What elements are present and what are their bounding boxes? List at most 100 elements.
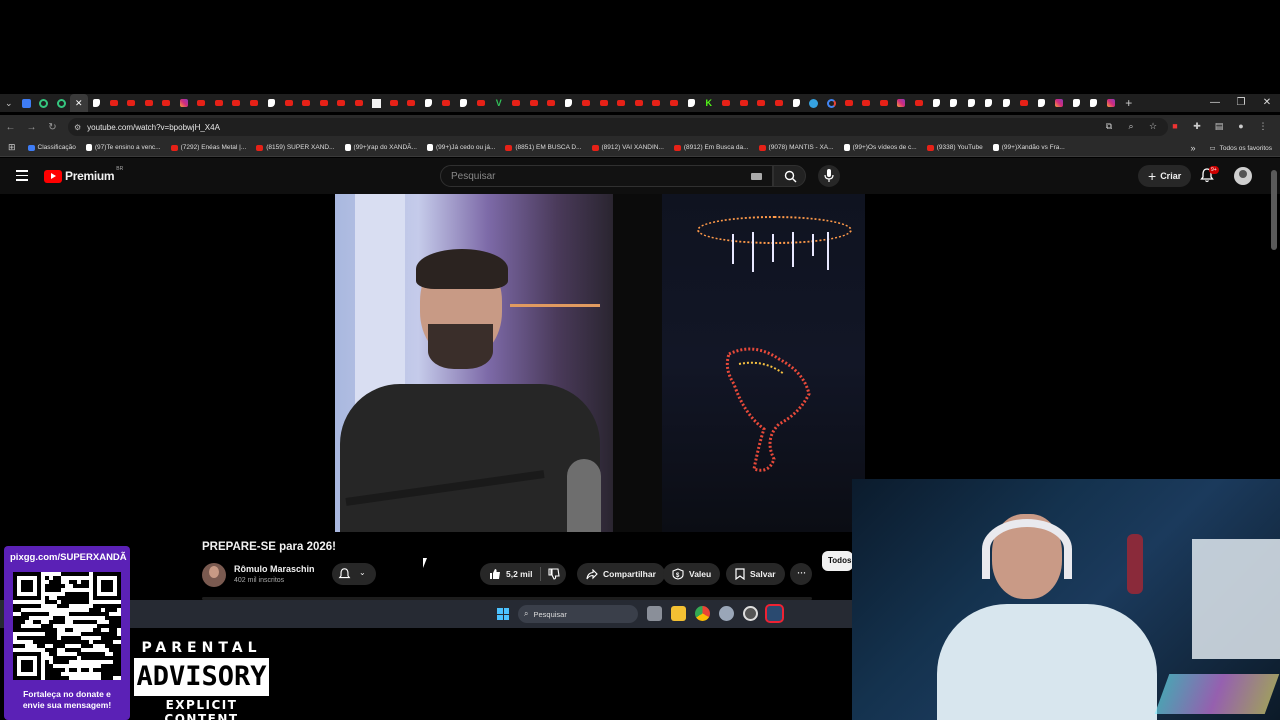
bookmark-item[interactable]: (9338) YouTube	[926, 144, 983, 151]
browser-tab[interactable]	[385, 94, 403, 112]
maximize-icon[interactable]: ❐	[1228, 94, 1254, 112]
zoom-icon[interactable]: ⌕	[1124, 119, 1138, 133]
extensions-icon[interactable]: ✚	[1190, 119, 1204, 133]
subscribed-notifications-button[interactable]: ⌄	[332, 563, 376, 585]
browser-tab[interactable]	[665, 94, 683, 112]
browser-tab[interactable]	[298, 94, 316, 112]
bookmark-item[interactable]: (99+)rap do XANDÃ...	[344, 144, 417, 151]
browser-tab[interactable]	[1103, 94, 1121, 112]
bookmark-item[interactable]: (9078) MANTIS - XA...	[758, 144, 834, 151]
browser-tab[interactable]	[193, 94, 211, 112]
url-field[interactable]: ⚙ youtube.com/watch?v=bpobwjH_X4A	[68, 118, 1168, 136]
search-button[interactable]	[773, 165, 806, 187]
browser-tab[interactable]	[718, 94, 736, 112]
browser-tab[interactable]	[613, 94, 631, 112]
bookmark-item[interactable]: (99+)Já cedo ou já...	[426, 144, 495, 151]
like-count[interactable]: 5,2 mil	[506, 569, 532, 579]
back-icon[interactable]: ←	[0, 122, 21, 133]
browser-tab[interactable]	[368, 94, 386, 112]
task-view-icon[interactable]	[647, 606, 662, 621]
browser-tab[interactable]	[560, 94, 578, 112]
browser-tab[interactable]	[53, 94, 71, 112]
tab-search-icon[interactable]: ▤	[1212, 119, 1226, 133]
minimize-icon[interactable]: —	[1202, 94, 1228, 112]
browser-tab[interactable]	[210, 94, 228, 112]
browser-tab[interactable]	[525, 94, 543, 112]
reload-icon[interactable]: ↻	[42, 122, 63, 133]
voice-search-button[interactable]	[818, 165, 840, 187]
create-button[interactable]: + Criar	[1138, 165, 1192, 187]
browser-tab[interactable]	[88, 94, 106, 112]
obs-icon[interactable]	[743, 606, 758, 621]
browser-tab[interactable]	[508, 94, 526, 112]
browser-tab[interactable]	[945, 94, 963, 112]
extension-red-icon[interactable]: ■	[1168, 119, 1182, 133]
browser-tab[interactable]	[228, 94, 246, 112]
bookmark-item[interactable]: (8912) VAI XANDIN...	[591, 144, 664, 151]
browser-tab[interactable]	[788, 94, 806, 112]
browser-tab[interactable]	[18, 94, 36, 112]
account-avatar[interactable]	[1234, 167, 1252, 185]
save-button[interactable]: Salvar	[726, 563, 785, 585]
all-bookmarks[interactable]: » ▭ Todos os favoritos	[1190, 139, 1272, 157]
browser-tab[interactable]	[1068, 94, 1086, 112]
apps-icon[interactable]: ⊞	[8, 142, 16, 153]
browser-tab[interactable]	[473, 94, 491, 112]
bookmark-item[interactable]: (8851) EM BUSCA D...	[505, 144, 582, 151]
search-input[interactable]	[441, 166, 721, 187]
browser-tab[interactable]	[1015, 94, 1033, 112]
windows-start-icon[interactable]	[497, 608, 509, 620]
channel-avatar[interactable]	[202, 563, 226, 587]
browser-tab[interactable]	[963, 94, 981, 112]
bookmark-item[interactable]: (99+)Os vídeos de c...	[843, 144, 917, 151]
browser-tab[interactable]	[998, 94, 1016, 112]
browser-tab[interactable]	[1050, 94, 1068, 112]
bookmark-item[interactable]: (97)Te ensino a venc...	[85, 144, 161, 151]
chrome-icon[interactable]	[695, 606, 710, 621]
new-tab-icon[interactable]: +	[1120, 94, 1138, 112]
browser-tab[interactable]	[893, 94, 911, 112]
keyboard-icon[interactable]	[751, 173, 762, 180]
close-window-icon[interactable]: ✕	[1254, 94, 1280, 112]
browser-tab[interactable]	[753, 94, 771, 112]
bookmark-item[interactable]: (7292) Enéas Metal |...	[170, 144, 246, 151]
share-button[interactable]: Compartilhar	[577, 563, 665, 585]
browser-tab[interactable]	[175, 94, 193, 112]
browser-tab[interactable]	[735, 94, 753, 112]
profile-icon[interactable]: ●	[1234, 119, 1248, 133]
page-scrollbar[interactable]	[1271, 170, 1277, 250]
browser-tab[interactable]	[140, 94, 158, 112]
browser-tab[interactable]	[928, 94, 946, 112]
like-icon[interactable]	[489, 568, 501, 580]
browser-tab[interactable]	[263, 94, 281, 112]
video-player[interactable]	[335, 194, 865, 532]
browser-tab[interactable]	[875, 94, 893, 112]
taskbar-search[interactable]: ⌕ Pesquisar	[518, 605, 638, 623]
more-actions-button[interactable]: ···	[790, 563, 812, 585]
browser-tab[interactable]	[840, 94, 858, 112]
browser-tab[interactable]	[1033, 94, 1051, 112]
browser-tab[interactable]	[315, 94, 333, 112]
browser-tab[interactable]	[420, 94, 438, 112]
browser-tab[interactable]	[438, 94, 456, 112]
browser-tab[interactable]	[35, 94, 53, 112]
site-info-icon[interactable]: ⚙	[74, 123, 81, 132]
menu-icon[interactable]	[16, 170, 28, 184]
filter-chip-all[interactable]: Todos	[822, 551, 853, 571]
settings-icon[interactable]	[719, 606, 734, 621]
browser-tab[interactable]	[455, 94, 473, 112]
bookmark-item[interactable]: (8912) Em Busca da...	[673, 144, 749, 151]
browser-tab[interactable]	[823, 94, 841, 112]
browser-tab[interactable]	[403, 94, 421, 112]
browser-tab[interactable]	[630, 94, 648, 112]
browser-tab[interactable]	[105, 94, 123, 112]
browser-tab[interactable]: V	[490, 94, 508, 112]
browser-tab[interactable]	[910, 94, 928, 112]
browser-tab[interactable]: K	[700, 94, 718, 112]
tab-list-icon[interactable]: ⌄	[0, 94, 18, 112]
dislike-icon[interactable]	[548, 568, 560, 580]
youtube-premium-logo[interactable]: Premium BR	[44, 166, 123, 183]
browser-tab[interactable]: ✕	[70, 94, 88, 112]
browser-tab[interactable]	[980, 94, 998, 112]
browser-tab[interactable]	[648, 94, 666, 112]
